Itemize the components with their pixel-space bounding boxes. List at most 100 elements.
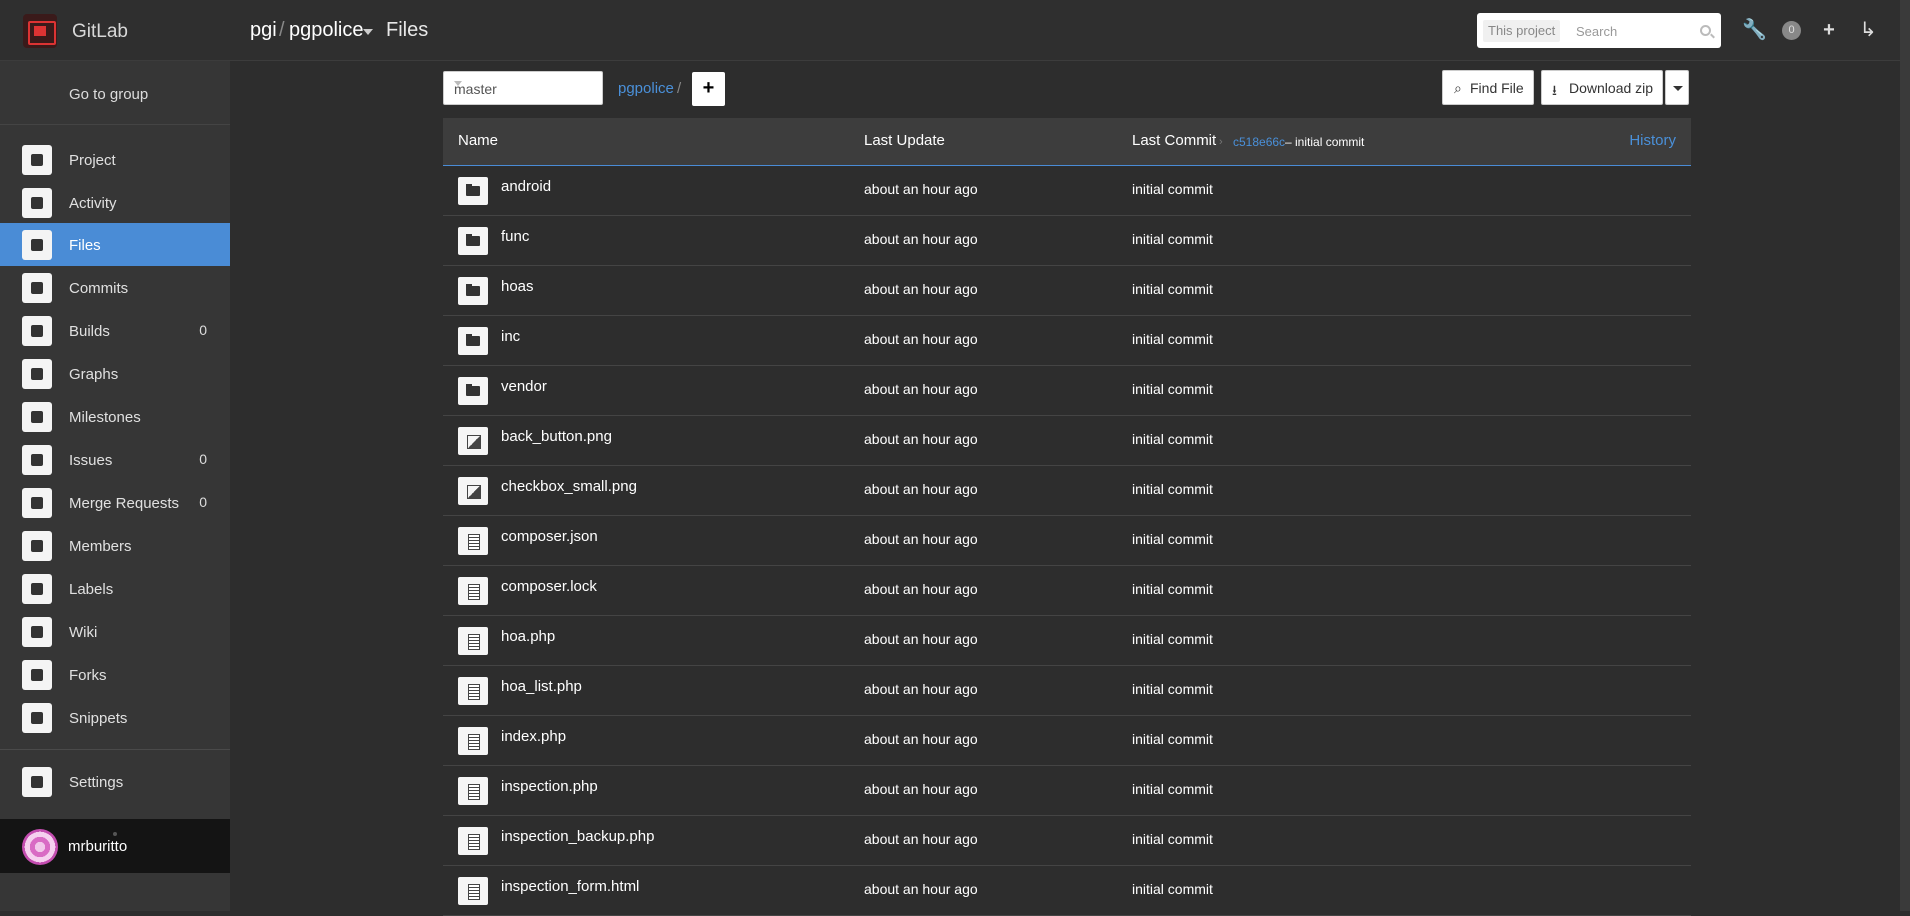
last-commit-cell[interactable]: initial commit xyxy=(1132,181,1213,197)
download-zip-label: Download zip xyxy=(1569,80,1654,96)
last-commit-cell[interactable]: initial commit xyxy=(1132,881,1213,897)
sidebar-item-labels[interactable]: Labels xyxy=(0,567,230,610)
folder-icon xyxy=(458,327,488,355)
gitlab-logo-icon[interactable] xyxy=(23,14,57,48)
sidebar-item-graphs[interactable]: Graphs xyxy=(0,352,230,395)
table-row[interactable]: hoa_list.php about an hour ago initial c… xyxy=(443,666,1691,716)
table-row[interactable]: index.php about an hour ago initial comm… xyxy=(443,716,1691,766)
file-name-link[interactable]: composer.json xyxy=(501,528,598,545)
last-commit-cell[interactable]: initial commit xyxy=(1132,331,1213,347)
branch-select[interactable]: master xyxy=(443,71,603,105)
text-file-icon xyxy=(458,527,488,555)
sidebar-item-members[interactable]: Members xyxy=(0,524,230,567)
window-scrollbar[interactable] xyxy=(1900,0,1910,911)
sidebar-item-label: Forks xyxy=(69,667,107,684)
table-row[interactable]: back_button.png about an hour ago initia… xyxy=(443,416,1691,466)
text-file-icon xyxy=(458,677,488,705)
code-fork-icon xyxy=(22,660,52,690)
user-profile-link[interactable]: mrburitto xyxy=(0,819,230,873)
file-name-link[interactable]: back_button.png xyxy=(501,428,612,445)
last-commit-cell[interactable]: initial commit xyxy=(1132,381,1213,397)
table-row[interactable]: inspection_backup.php about an hour ago … xyxy=(443,816,1691,866)
table-row[interactable]: hoas about an hour ago initial commit xyxy=(443,266,1691,316)
table-row[interactable]: inspection_form.html about an hour ago i… xyxy=(443,866,1691,916)
sidebar-item-label: Milestones xyxy=(69,409,141,426)
history-link[interactable]: History xyxy=(1629,132,1676,149)
last-commit-cell[interactable]: initial commit xyxy=(1132,831,1213,847)
file-name-link[interactable]: hoas xyxy=(501,278,534,295)
repo-path-separator: / xyxy=(677,80,682,97)
table-row[interactable]: inc about an hour ago initial commit xyxy=(443,316,1691,366)
sidebar-item-label: Merge Requests xyxy=(69,495,180,512)
breadcrumb-group[interactable]: pgi xyxy=(250,19,277,42)
repo-path-link[interactable]: pgpolice xyxy=(618,80,674,97)
file-name-link[interactable]: inspection_backup.php xyxy=(501,828,654,845)
sidebar-item-label: Members xyxy=(69,538,132,555)
last-commit-cell[interactable]: initial commit xyxy=(1132,681,1213,697)
sidebar-item-issues[interactable]: Issues 0 xyxy=(0,438,230,481)
file-name-link[interactable]: inspection.php xyxy=(501,778,598,795)
project-dropdown-caret-icon[interactable] xyxy=(363,29,373,35)
last-commit-cell[interactable]: initial commit xyxy=(1132,531,1213,547)
sidebar-item-wiki[interactable]: Wiki xyxy=(0,610,230,653)
last-commit-cell[interactable]: initial commit xyxy=(1132,781,1213,797)
table-row[interactable]: vendor about an hour ago initial commit xyxy=(443,366,1691,416)
cubes-icon xyxy=(22,316,52,346)
last-commit-cell[interactable]: initial commit xyxy=(1132,631,1213,647)
file-name-link[interactable]: vendor xyxy=(501,378,547,395)
sidebar-item-merge-requests[interactable]: Merge Requests 0 xyxy=(0,481,230,524)
sidebar-item-milestones[interactable]: Milestones xyxy=(0,395,230,438)
last-commit-cell[interactable]: initial commit xyxy=(1132,731,1213,747)
tags-icon xyxy=(22,574,52,604)
table-row[interactable]: func about an hour ago initial commit xyxy=(443,216,1691,266)
sidebar-item-builds[interactable]: Builds 0 xyxy=(0,309,230,352)
last-commit-cell[interactable]: initial commit xyxy=(1132,581,1213,597)
last-commit-cell[interactable]: initial commit xyxy=(1132,431,1213,447)
todos-count-badge[interactable]: 0 xyxy=(1782,21,1801,40)
header-last-commit: Last Commit xyxy=(1132,132,1217,149)
sidebar-item-label: Activity xyxy=(69,195,117,212)
sidebar-item-project[interactable]: Project xyxy=(0,138,230,181)
file-name-link[interactable]: composer.lock xyxy=(501,578,597,595)
sidebar-item-snippets[interactable]: Snippets xyxy=(0,696,230,739)
file-name-link[interactable]: inspection_form.html xyxy=(501,878,639,895)
sidebar-item-files[interactable]: Files xyxy=(0,223,230,266)
file-name-link[interactable]: hoa.php xyxy=(501,628,555,645)
sidebar-item-commits[interactable]: Commits xyxy=(0,266,230,309)
search-icon[interactable] xyxy=(1700,25,1711,36)
last-commit-sha-link[interactable]: c518e66c xyxy=(1233,135,1285,149)
search-input[interactable] xyxy=(1576,20,1696,42)
file-name-link[interactable]: checkbox_small.png xyxy=(501,478,637,495)
sidebar-item-activity[interactable]: Activity xyxy=(0,181,230,224)
sidebar-item-forks[interactable]: Forks xyxy=(0,653,230,696)
sign-out-icon[interactable]: ↳ xyxy=(1856,18,1880,42)
table-row[interactable]: composer.lock about an hour ago initial … xyxy=(443,566,1691,616)
download-zip-button[interactable]: ⭳ Download zip xyxy=(1541,70,1663,105)
admin-wrench-icon[interactable]: 🔧 xyxy=(1742,18,1767,42)
breadcrumb-project[interactable]: pgpolice xyxy=(289,19,364,42)
collapse-sidebar-icon[interactable] xyxy=(113,832,117,836)
file-name-link[interactable]: index.php xyxy=(501,728,566,745)
file-name-link[interactable]: hoa_list.php xyxy=(501,678,582,695)
download-icon: ⭳ xyxy=(1552,82,1557,98)
go-to-group-link[interactable]: Go to group xyxy=(0,61,230,125)
file-name-link[interactable]: inc xyxy=(501,328,520,345)
table-row[interactable]: composer.json about an hour ago initial … xyxy=(443,516,1691,566)
file-name-link[interactable]: android xyxy=(501,178,551,195)
table-row[interactable]: checkbox_small.png about an hour ago ini… xyxy=(443,466,1691,516)
download-options-dropdown[interactable] xyxy=(1665,70,1689,105)
text-file-icon xyxy=(458,827,488,855)
table-row[interactable]: inspection.php about an hour ago initial… xyxy=(443,766,1691,816)
table-row[interactable]: android about an hour ago initial commit xyxy=(443,166,1691,216)
chevron-right-icon: › xyxy=(1219,136,1223,148)
new-project-plus-icon[interactable]: + xyxy=(1817,18,1841,42)
last-commit-cell[interactable]: initial commit xyxy=(1132,281,1213,297)
file-name-link[interactable]: func xyxy=(501,228,529,245)
brand-title[interactable]: GitLab xyxy=(72,21,128,43)
find-file-button[interactable]: ⌕ Find File xyxy=(1442,70,1534,105)
last-commit-cell[interactable]: initial commit xyxy=(1132,231,1213,247)
add-file-button[interactable]: + xyxy=(692,72,725,106)
sidebar-item-settings[interactable]: Settings xyxy=(0,760,230,803)
last-commit-cell[interactable]: initial commit xyxy=(1132,481,1213,497)
table-row[interactable]: hoa.php about an hour ago initial commit xyxy=(443,616,1691,666)
